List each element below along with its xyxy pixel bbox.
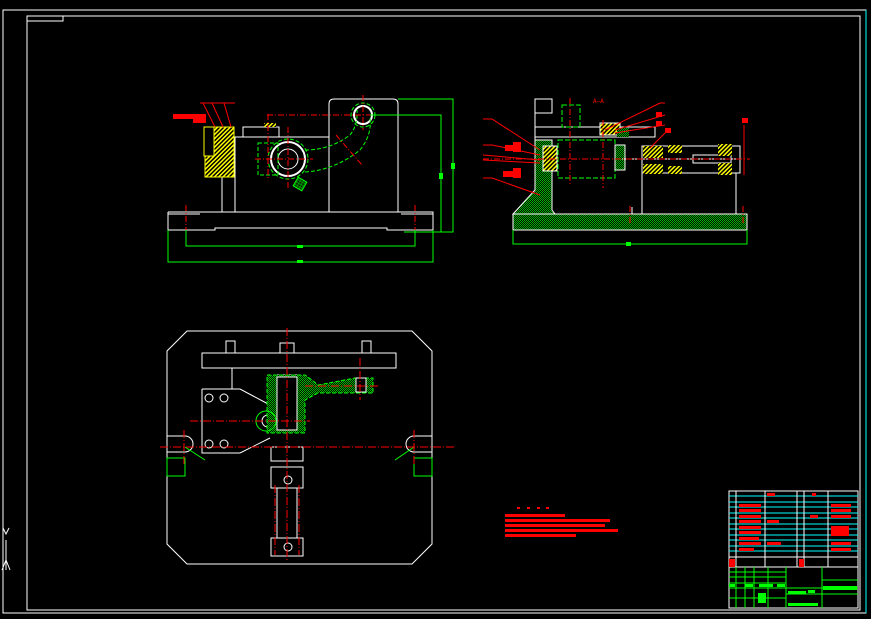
title-block: [728, 490, 859, 609]
top-view: [160, 328, 456, 565]
section-view-a-a: A—A: [482, 98, 750, 246]
drawing-sheet: A—A: [1, 9, 867, 614]
section-label: A—A: [593, 98, 604, 105]
sheet-frame: [2, 9, 867, 614]
technical-notes: [505, 507, 618, 537]
cad-drawing-canvas[interactable]: A—A: [0, 0, 871, 615]
front-view: [167, 95, 455, 263]
